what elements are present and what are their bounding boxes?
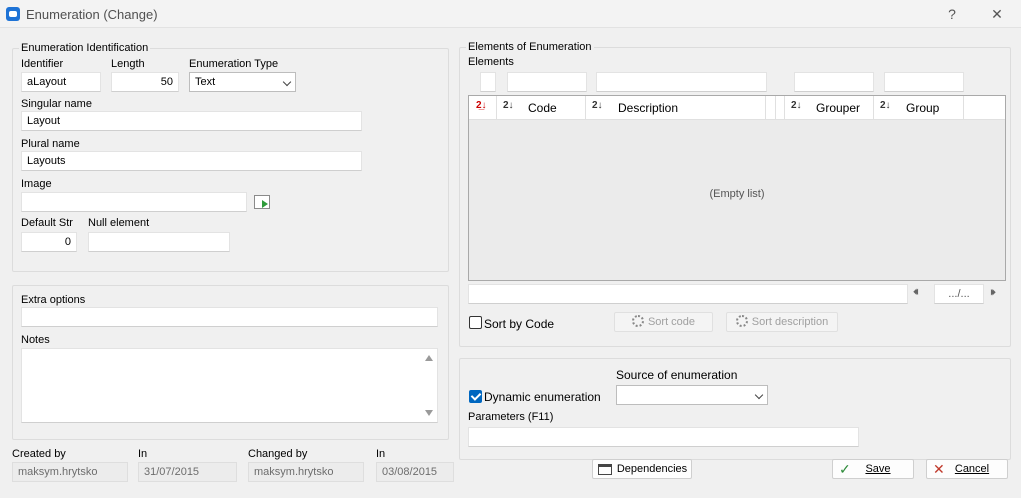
sort-by-code-checkbox[interactable] [469,316,482,329]
parameters-label: Parameters (F11) [468,411,554,423]
identifier-label: Identifier [21,58,64,70]
null-element-label: Null element [88,217,150,229]
gear-icon [631,315,644,327]
created-in-label: In [138,448,148,460]
cancel-label: Cancel [954,463,990,475]
image-browse-icon[interactable] [254,195,270,209]
header-grouper[interactable]: 2↓ Grouper [785,96,874,120]
grid-header: 2̲↓ 2↓ Code 2↓ Description 2↓ Grouper 2↓… [469,96,1005,120]
sort-red-icon: 2̲↓ [476,100,487,111]
filter-description[interactable] [596,72,767,92]
sort-description-button-label: Sort description [751,316,829,328]
parameters-input[interactable] [468,427,859,447]
app-icon [6,7,20,21]
length-input[interactable]: 50 [111,72,179,92]
created-by-label: Created by [12,448,66,460]
arrow-right-icon [262,200,268,208]
cancel-button[interactable]: ✕ Cancel [926,459,1008,479]
sort-icon: 2↓ [503,100,514,111]
notes-scrollbar[interactable] [422,350,436,421]
source-select[interactable] [616,385,768,405]
dynamic-enumeration-label: Dynamic enumeration [484,390,601,404]
created-in-field: 31/07/2015 [138,462,237,482]
elements-sublabel: Elements [468,56,514,68]
empty-list-text: (Empty list) [709,188,765,200]
window-icon [598,464,612,475]
filter-code[interactable] [507,72,587,92]
identifier-input[interactable]: aLayout [21,72,101,92]
x-icon: ✕ [933,461,945,477]
sort-code-button[interactable]: Sort code [614,312,713,332]
header-spacer [776,96,785,120]
plural-label: Plural name [21,138,80,150]
changed-by-field: maksym.hrytsko [248,462,364,482]
notes-label: Notes [21,334,50,346]
extra-options-input[interactable] [21,307,438,327]
notes-textarea[interactable] [21,348,438,423]
save-button[interactable]: ✓ Save [832,459,914,479]
header-group-label: Group [906,101,940,115]
singular-label: Singular name [21,98,92,110]
sort-by-code-label: Sort by Code [484,317,555,331]
dependencies-button[interactable]: Dependencies [592,459,692,479]
changed-in-field: 03/08/2015 [376,462,454,482]
help-button[interactable]: ? [937,4,967,24]
close-button[interactable]: ✕ [982,4,1012,24]
sort-icon: 2↓ [791,100,802,111]
dynamic-enumeration-checkbox[interactable] [469,390,482,403]
check-icon: ✓ [839,461,851,477]
chevron-down-icon [754,390,764,400]
image-input[interactable] [21,192,247,212]
created-by-field: maksym.hrytsko [12,462,128,482]
identification-legend: Enumeration Identification [19,42,151,54]
source-label: Source of enumeration [616,368,738,382]
null-element-input[interactable] [88,232,230,252]
filter-group[interactable] [884,72,964,92]
changed-by-label: Changed by [248,448,308,460]
type-select-value: Text [195,76,216,88]
header-spacer [766,96,776,120]
next-page-icon[interactable]: ⏵⏵ [990,287,1006,298]
elements-grid[interactable]: 2̲↓ 2↓ Code 2↓ Description 2↓ Grouper 2↓… [468,95,1006,281]
type-select[interactable]: Text [189,72,296,92]
changed-in-label: In [376,448,386,460]
sort-icon: 2↓ [592,100,603,111]
chevron-down-icon [282,77,292,87]
image-label: Image [21,178,52,190]
save-label: Save [865,463,891,475]
filter-select-all[interactable] [480,72,496,92]
plural-input[interactable]: Layouts [21,151,362,171]
scroll-down-icon[interactable] [425,410,433,416]
header-select-col[interactable]: 2̲↓ [469,96,497,120]
header-code[interactable]: 2↓ Code [497,96,586,120]
gear-icon [735,315,748,327]
pager-field: .../... [934,284,984,304]
sort-description-button[interactable]: Sort description [726,312,838,332]
header-code-label: Code [528,101,557,115]
elements-legend: Elements of Enumeration [466,41,594,53]
sort-code-button-label: Sort code [647,316,696,328]
header-description[interactable]: 2↓ Description [586,96,766,120]
grid-search-input[interactable] [468,284,908,304]
default-input[interactable]: 0 [21,232,77,252]
length-label: Length [111,58,145,70]
type-label: Enumeration Type [189,58,279,70]
sort-icon: 2↓ [880,100,891,111]
extra-options-label: Extra options [21,294,86,306]
singular-input[interactable]: Layout [21,111,362,131]
scroll-up-icon[interactable] [425,355,433,361]
prev-page-icon[interactable]: ⏴⏴ [913,287,929,298]
default-label: Default Str [21,217,73,229]
header-group[interactable]: 2↓ Group [874,96,964,120]
filter-grouper[interactable] [794,72,874,92]
window-title: Enumeration (Change) [26,7,158,22]
header-description-label: Description [618,101,679,115]
header-grouper-label: Grouper [816,101,861,115]
